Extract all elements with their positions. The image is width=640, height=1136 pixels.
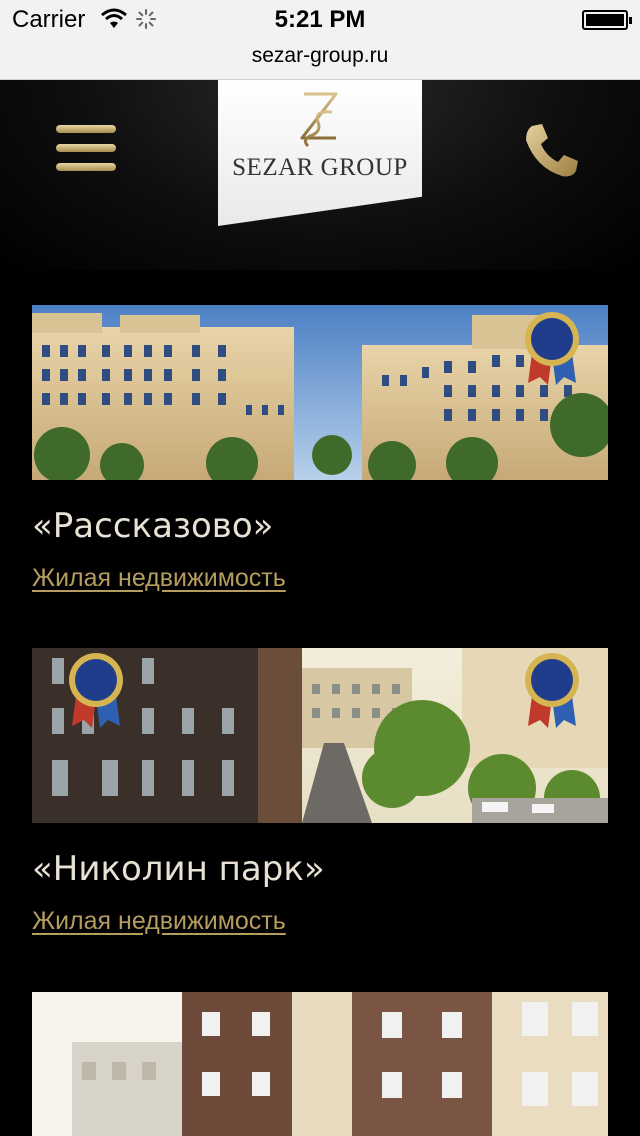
url-bar[interactable]: sezar-group.ru xyxy=(0,40,640,80)
status-bar: Carrier 5:21 PM xyxy=(0,0,640,40)
project-category-link[interactable]: Жилая недвижимость xyxy=(32,564,286,593)
project-card[interactable]: «Рассказово» Жилая недвижимость xyxy=(32,305,608,593)
project-image[interactable] xyxy=(32,992,608,1136)
logo[interactable]: SEZAR GROUP xyxy=(218,80,422,226)
project-image[interactable] xyxy=(32,648,608,823)
hamburger-menu-icon[interactable] xyxy=(56,125,116,173)
clock: 5:21 PM xyxy=(274,6,366,33)
project-title[interactable]: «Николин парк» xyxy=(32,849,608,889)
project-title[interactable]: «Рассказово» xyxy=(32,506,608,546)
project-image[interactable] xyxy=(32,305,608,480)
phone-icon[interactable] xyxy=(522,120,582,180)
project-category-link[interactable]: Жилая недвижимость xyxy=(32,907,286,936)
battery-icon xyxy=(582,10,632,30)
project-card[interactable] xyxy=(32,992,608,1136)
logo-text: SEZAR GROUP xyxy=(232,154,408,181)
logo-monogram-icon xyxy=(298,92,342,148)
site-header: SEZAR GROUP xyxy=(0,80,640,270)
project-card[interactable]: «Николин парк» Жилая недвижимость xyxy=(32,648,608,936)
